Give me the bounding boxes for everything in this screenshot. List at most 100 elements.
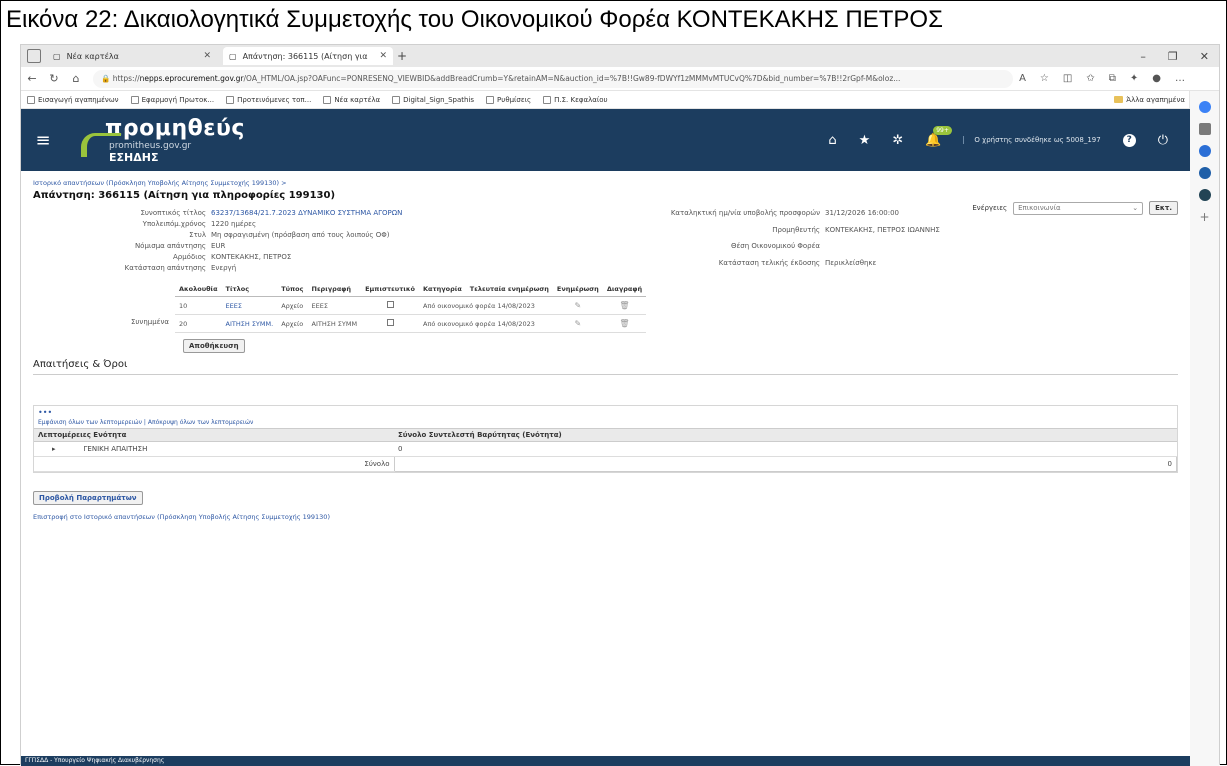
new-tab-icon[interactable]: + bbox=[397, 49, 407, 63]
extension-icon[interactable]: ✦ bbox=[1130, 73, 1138, 84]
total-value: 0 bbox=[393, 456, 1177, 472]
favorites-star-icon[interactable]: ★ bbox=[859, 133, 871, 148]
back-icon[interactable]: ← bbox=[21, 72, 43, 85]
field-value: EUR bbox=[211, 242, 226, 250]
minimize-icon[interactable]: – bbox=[1140, 50, 1146, 63]
tag-icon[interactable] bbox=[1198, 145, 1211, 157]
split-icon[interactable]: ◫ bbox=[1063, 73, 1072, 84]
folder-icon bbox=[1114, 96, 1124, 103]
trash-icon[interactable]: 🗑 bbox=[619, 319, 629, 328]
actions-select[interactable]: Επικοινωνία ⌄ bbox=[1013, 201, 1144, 215]
column-header[interactable]: Τύπος bbox=[277, 282, 308, 297]
attachments-section: Συνημμένα Ακολουθία Τίτλος Τύπος Περιγραφή Ε… bbox=[33, 282, 1178, 333]
tools-icon[interactable] bbox=[1198, 167, 1211, 179]
collections-icon[interactable]: ⧉ bbox=[1109, 73, 1116, 84]
confidential-checkbox[interactable] bbox=[386, 319, 394, 326]
title-link[interactable]: ΕΕΕΣ bbox=[221, 296, 278, 315]
url-field[interactable]: 🔒 https://nepps.eprocurement.gov.gr/OA_H… bbox=[93, 69, 1014, 88]
workspaces-icon[interactable] bbox=[27, 49, 41, 63]
outlook-icon[interactable] bbox=[1198, 189, 1211, 201]
column-header[interactable]: Διαγραφή bbox=[602, 282, 647, 297]
field-label: Κατάσταση απάντησης bbox=[124, 264, 206, 272]
column-header[interactable]: Τελευταία ενημέρωση bbox=[465, 282, 553, 297]
bookmark-icon bbox=[226, 95, 235, 104]
help-icon[interactable]: ? bbox=[1122, 133, 1136, 147]
favorites-icon[interactable]: ✩ bbox=[1086, 73, 1094, 84]
title-link[interactable]: ΑΙΤΗΣΗ ΣΥΜΜ. bbox=[221, 314, 278, 333]
more-icon[interactable]: ••• bbox=[34, 406, 1177, 419]
bookmark-item[interactable]: Νέα καρτέλα bbox=[323, 95, 380, 104]
category-text: Από οικονομικό φορέα bbox=[422, 301, 496, 310]
attachments-label: Συνημμένα bbox=[130, 318, 169, 326]
profile-icon[interactable]: ● bbox=[1152, 73, 1161, 84]
table-row: ▸ ΓΕΝΙΚΗ ΑΠΑΙΤΗΣΗ 0 bbox=[34, 441, 1177, 457]
bookmark-item[interactable]: Προτεινόμενες τοπ... bbox=[226, 95, 311, 104]
column-header[interactable]: Ενημέρωση bbox=[552, 282, 603, 297]
column-header[interactable]: Ακολουθία bbox=[175, 282, 222, 297]
update-cell: ✎ bbox=[552, 296, 603, 315]
back-link[interactable]: Επιστροφή στο Ιστορικό απαντήσεων (Πρόσκ… bbox=[33, 513, 1178, 521]
bookmark-item[interactable]: Π.Σ. Κεφαλαίου bbox=[543, 95, 608, 104]
trash-icon[interactable]: 🗑 bbox=[619, 301, 629, 310]
type-cell: Αρχείο bbox=[277, 296, 308, 315]
execute-button[interactable]: Εκτ. bbox=[1149, 201, 1178, 215]
type-cell: Αρχείο bbox=[277, 314, 308, 333]
add-icon[interactable]: + bbox=[1199, 211, 1211, 223]
bookmark-icon bbox=[27, 95, 35, 104]
bookmark-icon bbox=[130, 95, 139, 104]
total-label: Σύνολο bbox=[34, 456, 394, 472]
field-value[interactable]: 63237/13684/21.7.2023 ΔΥΝΑΜΙΚΟ ΣΥΣΤΗΜΑ Α… bbox=[211, 209, 621, 217]
column-header[interactable]: Κατηγορία bbox=[418, 282, 466, 297]
bookmark-item[interactable]: Ρυθμίσεις bbox=[486, 95, 531, 104]
save-button[interactable]: Αποθήκευση bbox=[183, 339, 245, 353]
tab-icon: ▢ bbox=[229, 51, 237, 61]
breadcrumb[interactable]: Ιστορικό απαντήσεων (Πρόσκληση Υποβολής … bbox=[33, 179, 1178, 187]
close-tab-icon[interactable]: ✕ bbox=[203, 51, 211, 61]
chevron-down-icon: ⌄ bbox=[1132, 204, 1139, 212]
column-header[interactable]: Εμπιστευτικό bbox=[361, 282, 419, 297]
expand-icon[interactable]: ▸ bbox=[52, 445, 56, 453]
bookmark-item[interactable]: Εφαρμογή Πρωτοκ... bbox=[130, 95, 214, 104]
home-icon[interactable]: ⌂ bbox=[828, 133, 836, 148]
bookmark-item[interactable]: Εισαγωγή αγαπημένων bbox=[27, 95, 119, 104]
star-icon[interactable]: ☆ bbox=[1040, 73, 1049, 84]
pencil-icon[interactable]: ✎ bbox=[575, 301, 582, 310]
bing-icon[interactable] bbox=[1198, 101, 1211, 113]
app-header: ≡ προμηθεύς promitheus.gov.gr ΕΣΗΔΗΣ ⌂ ★… bbox=[21, 109, 1190, 171]
column-header[interactable]: Περιγραφή bbox=[307, 282, 362, 297]
menu-icon[interactable]: ≡ bbox=[21, 130, 65, 151]
preview-attachments-button[interactable]: Προβολή Παραρτημάτων bbox=[33, 491, 143, 505]
field-label: Θέση Οικονομικού Φορέα bbox=[730, 242, 820, 250]
field-label: Συνοπτικός τίτλος bbox=[140, 209, 206, 217]
other-favorites[interactable]: Άλλα αγαπημένα bbox=[1114, 96, 1185, 104]
requirements-panel: ••• Εμφάνιση όλων των λεπτομερειών | Από… bbox=[33, 405, 1178, 473]
refresh-icon[interactable]: ↻ bbox=[43, 72, 65, 85]
notifications-icon[interactable]: 🔔 99+ bbox=[925, 125, 952, 148]
close-window-icon[interactable]: ✕ bbox=[1200, 50, 1209, 63]
tab-label: Νέα καρτέλα bbox=[66, 51, 119, 61]
confidential-checkbox[interactable] bbox=[386, 301, 394, 308]
read-aloud-icon[interactable]: A bbox=[1019, 73, 1026, 84]
pencil-icon[interactable]: ✎ bbox=[575, 319, 582, 328]
tab-active[interactable]: ▢ Απάντηση: 366115 (Αίτηση για ✕ bbox=[223, 47, 393, 65]
more-icon[interactable]: … bbox=[1175, 73, 1185, 84]
search-icon[interactable] bbox=[1198, 123, 1211, 135]
expand-collapse-links[interactable]: Εμφάνιση όλων των λεπτομερειών | Απόκρυψ… bbox=[34, 419, 1177, 428]
updated-text: 14/08/2023 bbox=[497, 319, 535, 328]
field-value: 1220 ημέρες bbox=[211, 220, 257, 228]
section-cell: ▸ ΓΕΝΙΚΗ ΑΠΑΙΤΗΣΗ bbox=[34, 441, 394, 457]
confidential-cell bbox=[361, 314, 419, 333]
bookmark-item[interactable]: Digital_Sign_Spathis bbox=[392, 95, 474, 104]
restore-icon[interactable]: ❐ bbox=[1168, 50, 1178, 63]
logout-icon[interactable]: ⏻ bbox=[1158, 133, 1168, 148]
close-tab-icon[interactable]: ✕ bbox=[379, 51, 387, 61]
field-value: ΚΟΝΤΕΚΑΚΗΣ, ΠΕΤΡΟΣ bbox=[211, 253, 292, 261]
gear-icon[interactable]: ✲ bbox=[892, 133, 903, 148]
column-header[interactable]: Τίτλος bbox=[221, 282, 278, 297]
tab-new[interactable]: ▢ Νέα καρτέλα ✕ bbox=[47, 47, 217, 65]
home-icon[interactable]: ⌂ bbox=[65, 72, 87, 85]
field-label: Προμηθευτής bbox=[772, 225, 820, 234]
desc-cell: ΑΙΤΗΣΗ ΣΥΜΜ bbox=[307, 314, 362, 333]
logo[interactable]: προμηθεύς promitheus.gov.gr ΕΣΗΔΗΣ bbox=[105, 116, 245, 164]
tab-label: Απάντηση: 366115 (Αίτηση για bbox=[242, 51, 368, 61]
